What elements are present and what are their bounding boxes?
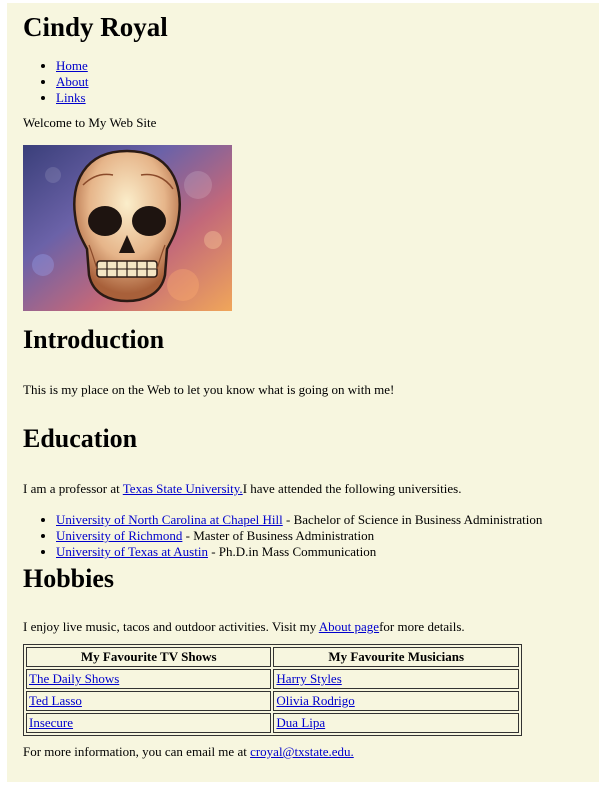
- about-page-link[interactable]: About page: [319, 619, 379, 634]
- list-item: University of Texas at Austin - Ph.D.in …: [56, 544, 599, 560]
- nav-list: Home About Links: [23, 58, 599, 106]
- musician-link[interactable]: Harry Styles: [276, 671, 341, 686]
- education-heading: Education: [23, 424, 138, 453]
- list-item: University of North Carolina at Chapel H…: [56, 512, 599, 528]
- degree-text: - Bachelor of Science in Business Admini…: [282, 512, 543, 527]
- nav-item-links: Links: [56, 90, 599, 106]
- hobbies-heading: Hobbies: [23, 564, 115, 593]
- hobbies-text-before: I enjoy live music, tacos and outdoor ac…: [23, 619, 319, 634]
- table-row: The Daily Shows Harry Styles: [26, 669, 519, 689]
- school-link-ut-austin[interactable]: University of Texas at Austin: [56, 544, 208, 559]
- header-musicians: My Favourite Musicians: [273, 647, 519, 667]
- welcome-text: Welcome to My Web Site: [23, 115, 157, 130]
- table-cell: Insecure: [26, 713, 272, 733]
- education-text-after: I have attended the following universiti…: [242, 481, 462, 496]
- school-link-unc[interactable]: University of North Carolina at Chapel H…: [56, 512, 283, 527]
- education-text: I am a professor at Texas State Universi…: [23, 481, 599, 497]
- site-title: Cindy Royal: [23, 12, 168, 42]
- musician-link[interactable]: Dua Lipa: [276, 715, 325, 730]
- musician-link[interactable]: Olivia Rodrigo: [276, 693, 354, 708]
- table-cell: Harry Styles: [273, 669, 519, 689]
- email-link[interactable]: croyal@txstate.edu.: [250, 744, 354, 759]
- tv-show-link[interactable]: The Daily Shows: [29, 671, 119, 686]
- nav-item-home: Home: [56, 58, 599, 74]
- skull-image: [23, 145, 232, 311]
- nav-item-about: About: [56, 74, 599, 90]
- table-cell: Dua Lipa: [273, 713, 519, 733]
- nav-link-about[interactable]: About: [56, 74, 89, 89]
- table-row: Insecure Dua Lipa: [26, 713, 519, 733]
- table-row: Ted Lasso Olivia Rodrigo: [26, 691, 519, 711]
- tv-show-link[interactable]: Insecure: [29, 715, 73, 730]
- degree-text: - Master of Business Administration: [182, 528, 375, 543]
- education-list: University of North Carolina at Chapel H…: [23, 512, 599, 560]
- hobbies-text-after: for more details.: [379, 619, 465, 634]
- tv-show-link[interactable]: Ted Lasso: [29, 693, 82, 708]
- table-cell: The Daily Shows: [26, 669, 272, 689]
- contact-text-before: For more information, you can email me a…: [23, 744, 251, 759]
- nav-link-home[interactable]: Home: [56, 58, 88, 73]
- nav-link-links[interactable]: Links: [56, 90, 86, 105]
- table-cell: Ted Lasso: [26, 691, 272, 711]
- texas-state-link[interactable]: Texas State University.: [123, 481, 243, 496]
- list-item: University of Richmond - Master of Busin…: [56, 528, 599, 544]
- favourites-table: My Favourite TV Shows My Favourite Music…: [23, 644, 522, 736]
- contact-text: For more information, you can email me a…: [23, 744, 599, 760]
- education-text-before: I am a professor at: [23, 481, 123, 496]
- header-tv-shows: My Favourite TV Shows: [26, 647, 272, 667]
- table-header-row: My Favourite TV Shows My Favourite Music…: [26, 647, 519, 667]
- hobbies-text: I enjoy live music, tacos and outdoor ac…: [23, 619, 599, 635]
- degree-text: - Ph.D.in Mass Communication: [207, 544, 377, 559]
- introduction-text: This is my place on the Web to let you k…: [23, 382, 395, 397]
- table-cell: Olivia Rodrigo: [273, 691, 519, 711]
- introduction-heading: Introduction: [23, 325, 165, 354]
- school-link-richmond[interactable]: University of Richmond: [56, 528, 182, 543]
- page: Cindy Royal Home About Links Welcome to …: [7, 3, 599, 782]
